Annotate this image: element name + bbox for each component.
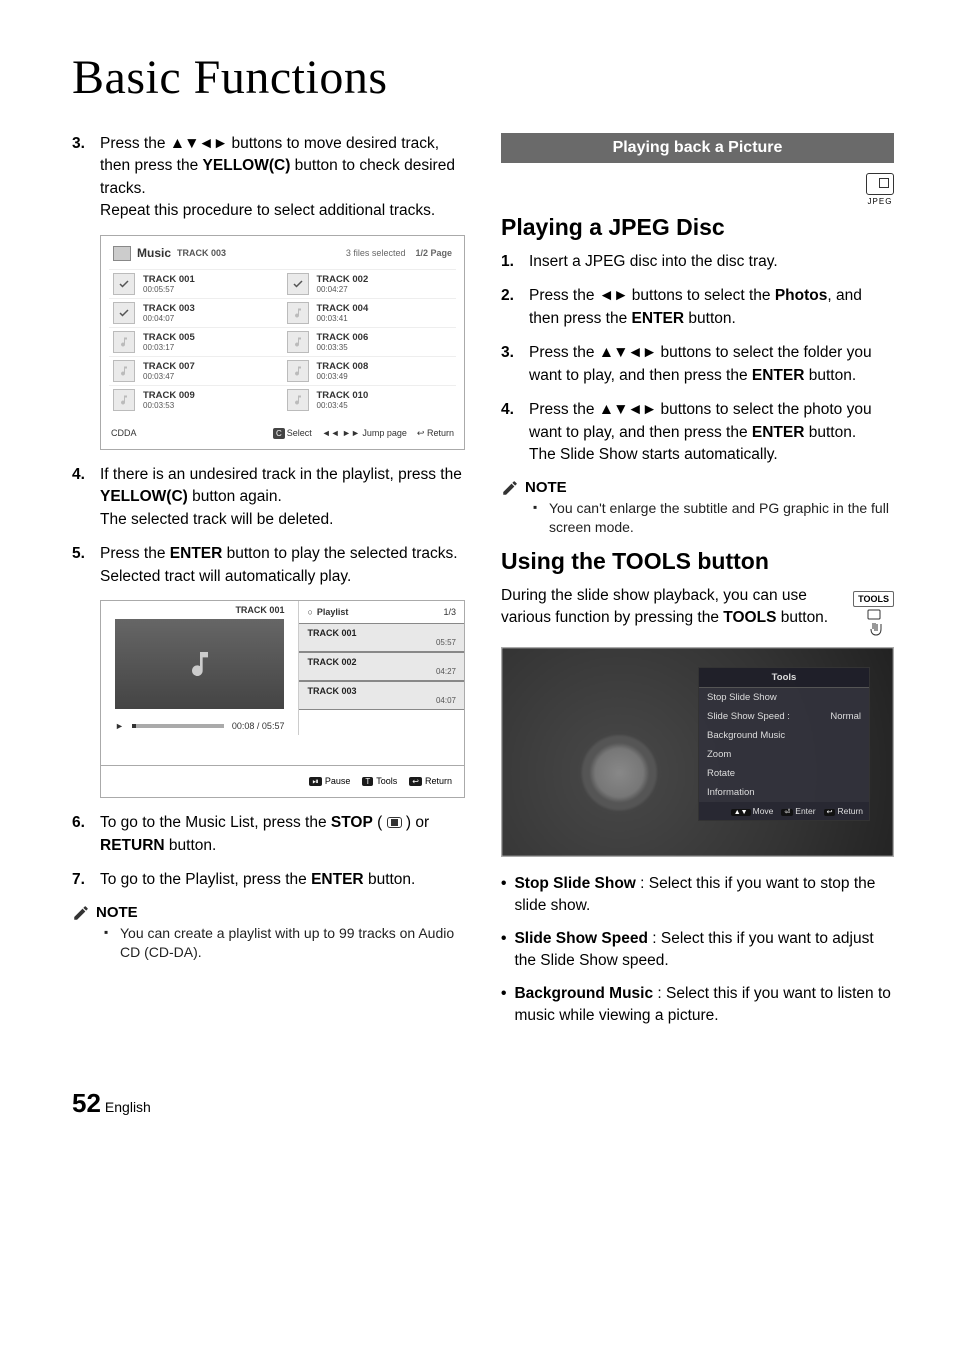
feature-bullet: Stop Slide Show : Select this if you wan… [501, 873, 894, 918]
playlist-screenshot: TRACK 001 ► 00:08 / 05:57 ○ Playlist [100, 600, 465, 798]
music-icon [113, 246, 131, 261]
track-item: TRACK 00700:03:47 [109, 356, 283, 385]
page-title: Basic Functions [72, 50, 894, 105]
track-item: TRACK 00200:04:27 [283, 269, 457, 298]
hand-press-icon [862, 609, 886, 637]
note-block: NOTE You can create a playlist with up t… [72, 904, 465, 963]
playlist-item: TRACK 00204:27 [299, 652, 464, 681]
check-icon [113, 273, 135, 295]
step-number: 3. [72, 133, 100, 223]
step-3: 3. Press the ▲▼◄► buttons to move desire… [72, 133, 465, 223]
progress-bar [132, 724, 224, 728]
tools-menu-screenshot: Tools Stop Slide ShowSlide Show Speed :N… [501, 647, 894, 857]
r-step-1: 1. Insert a JPEG disc into the disc tray… [501, 251, 894, 273]
disc-type-label: CDDA [111, 428, 137, 438]
music-note-icon [113, 331, 135, 353]
music-note-icon [287, 331, 309, 353]
track-item: TRACK 00500:03:17 [109, 327, 283, 356]
pencil-icon [501, 479, 519, 497]
tools-menu-item: Background Music [699, 726, 869, 745]
section-heading: Playing back a Picture [501, 133, 894, 163]
tools-menu-item: Slide Show Speed :Normal [699, 707, 869, 726]
tools-menu-item: Information [699, 783, 869, 802]
play-icon: ► [115, 721, 124, 731]
music-note-icon [287, 389, 309, 411]
track-item: TRACK 01000:03:45 [283, 385, 457, 414]
r-step-4: 4. Press the ▲▼◄► buttons to select the … [501, 399, 894, 466]
note-block: NOTE You can't enlarge the subtitle and … [501, 479, 894, 538]
step-5: 5. Press the ENTER button to play the se… [72, 543, 465, 588]
picture-icon [866, 173, 894, 195]
tools-button-graphic: TOOLS [853, 589, 894, 637]
track-item: TRACK 00100:05:57 [109, 269, 283, 298]
track-item: TRACK 00800:03:49 [283, 356, 457, 385]
feature-bullet: Background Music : Select this if you wa… [501, 983, 894, 1028]
music-note-icon [287, 360, 309, 382]
r-step-2: 2. Press the ◄► buttons to select the Ph… [501, 285, 894, 330]
music-note-icon [287, 302, 309, 324]
step-6: 6. To go to the Music List, press the ST… [72, 812, 465, 857]
check-icon [113, 302, 135, 324]
music-note-icon [113, 389, 135, 411]
subheading-jpeg: Playing a JPEG Disc [501, 214, 894, 241]
check-icon [287, 273, 309, 295]
tools-menu-item: Zoom [699, 745, 869, 764]
feature-bullet: Slide Show Speed : Select this if you wa… [501, 928, 894, 973]
playlist-item: TRACK 00304:07 [299, 681, 464, 710]
right-column: Playing back a Picture JPEG Playing a JP… [501, 133, 894, 1038]
left-column: 3. Press the ▲▼◄► buttons to move desire… [72, 133, 465, 1038]
track-item: TRACK 00300:04:07 [109, 298, 283, 327]
tools-menu-item: Rotate [699, 764, 869, 783]
music-note-icon [184, 648, 216, 680]
playlist-item: TRACK 00105:57 [299, 623, 464, 652]
music-note-icon [113, 360, 135, 382]
arrow-icons: ▲▼◄► [170, 135, 227, 152]
music-list-screenshot: Music TRACK 003 3 files selected 1/2 Pag… [100, 235, 465, 450]
subheading-tools: Using the TOOLS button [501, 548, 894, 575]
pencil-icon [72, 904, 90, 922]
track-item: TRACK 00600:03:35 [283, 327, 457, 356]
now-playing-art: TRACK 001 [115, 619, 284, 709]
step-4: 4. If there is an undesired track in the… [72, 464, 465, 531]
r-step-3: 3. Press the ▲▼◄► buttons to select the … [501, 342, 894, 387]
track-item: TRACK 00900:03:53 [109, 385, 283, 414]
step-7: 7. To go to the Playlist, press the ENTE… [72, 869, 465, 891]
tools-menu-item: Stop Slide Show [699, 688, 869, 707]
stop-icon [387, 817, 402, 828]
tools-panel: Tools Stop Slide ShowSlide Show Speed :N… [699, 668, 869, 820]
track-item: TRACK 00400:03:41 [283, 298, 457, 327]
page-footer: 52English [72, 1088, 894, 1119]
jpeg-badge: JPEG [501, 173, 894, 206]
repeat-icon: ○ [307, 607, 312, 617]
